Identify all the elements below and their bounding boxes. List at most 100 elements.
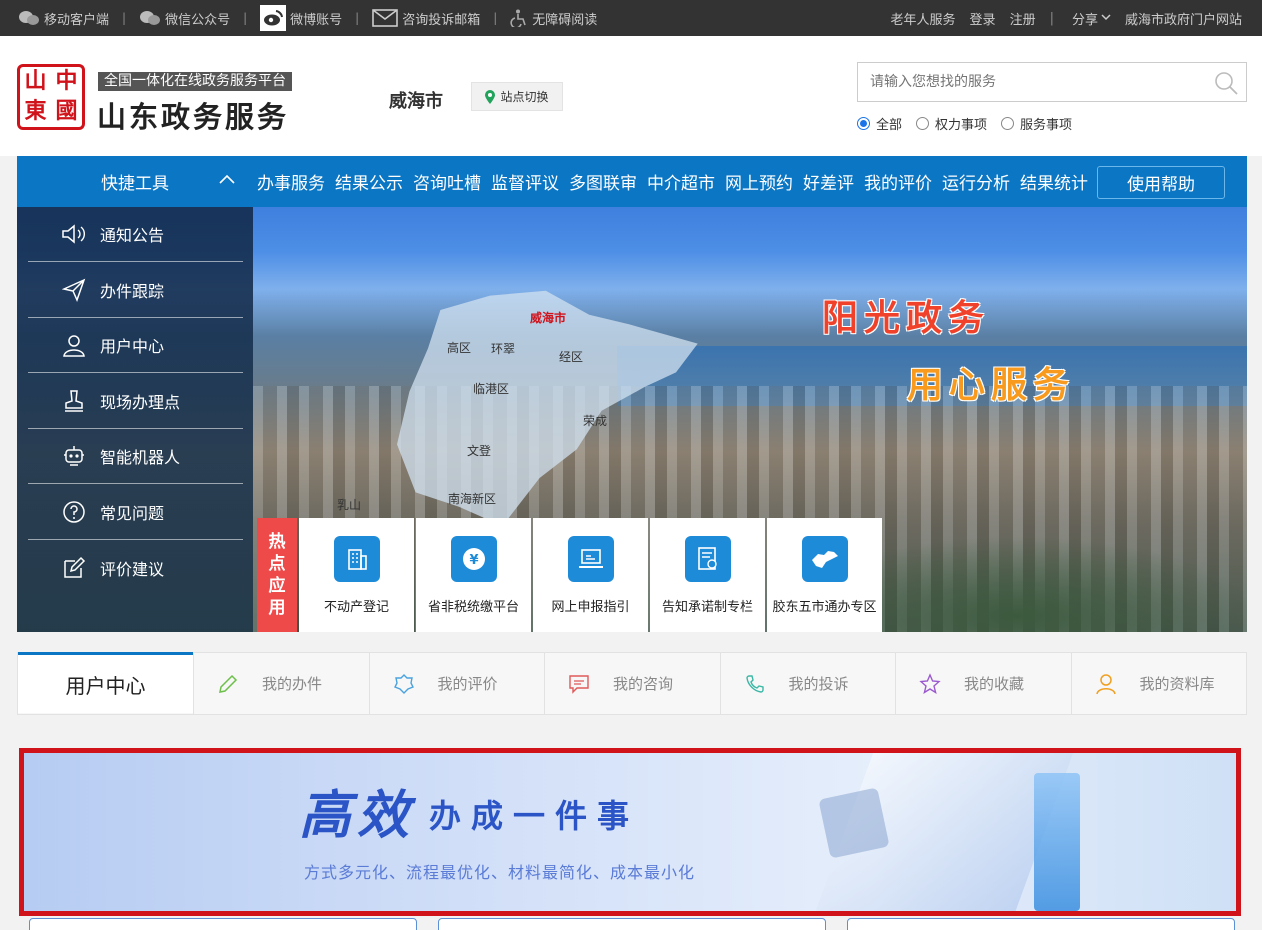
tab-my-cases[interactable]: 我的办件 [193,653,369,714]
tab-my-favorites[interactable]: 我的收藏 [895,653,1071,714]
tab-label: 我的评价 [437,675,498,693]
wechat-like-icon [18,10,40,26]
map-label: 环翠 [491,342,516,356]
hot-app-label: 不动产登记 [323,600,389,615]
hot-tag-char: 用 [268,598,286,619]
nav-item-supervision[interactable]: 监督评议 [486,169,564,194]
banner-headline: 高效 [299,786,416,846]
site-title[interactable]: 山东政务服务 [97,94,289,136]
content-card[interactable] [438,918,826,930]
hot-apps-list: 不动产登记 ¥ 省非税统缴平台 网上申报指引 告知承诺制专栏 胶东五市通办专区 [299,518,884,632]
accessibility-icon [510,9,528,27]
elderly-service-link[interactable]: 老年人服务 [891,9,956,28]
nav-item-my-rating[interactable]: 我的评价 [859,169,937,194]
seal-char: 東 [24,99,47,124]
wechat-account-label: 微信公众号 [165,12,231,28]
bottom-cards [29,918,1256,930]
help-button[interactable]: 使用帮助 [1097,166,1225,199]
search-input[interactable] [858,63,1198,101]
platform-tagline: 全国一体化在线政务服务平台 [98,72,292,91]
hero-section: 威海市 高区 环翠 经区 临港区 荣成 文登 乳山 南海新区 阳光政务 用心服务… [17,156,1247,632]
hot-app-tax-payment[interactable]: ¥ 省非税统缴平台 [416,518,531,632]
user-center-title[interactable]: 用户中心 [18,652,193,713]
complaint-mail-link[interactable]: 咨询投诉邮箱 [372,9,480,28]
map-label: 文登 [467,444,492,458]
wechat-account-link[interactable]: 微信公众号 [139,9,230,28]
star-icon [918,672,942,696]
hot-app-jiaodong[interactable]: 胶东五市通办专区 [767,518,882,632]
nav-item-consult[interactable]: 咨询吐槽 [408,169,486,194]
banner-subheadline: 办成一件事 [429,797,640,835]
efficient-service-banner[interactable]: 高效 办成一件事 方式多元化、流程最优化、材料最简化、成本最小化 [19,748,1241,916]
user-icon [61,332,87,358]
accessibility-link[interactable]: 无障碍阅读 [510,9,597,28]
scope-radio-service[interactable]: 服务事项 [1001,114,1072,133]
current-city: 威海市 [389,91,443,112]
nav-item-agency-market[interactable]: 中介超市 [642,169,720,194]
mobile-client-link[interactable]: 移动客户端 [18,9,109,28]
hot-app-label: 网上申报指引 [551,600,630,615]
weibo-account-label: 微博账号 [290,12,343,28]
scope-radio-all[interactable]: 全部 [857,114,902,133]
tab-my-ratings[interactable]: 我的评价 [368,653,545,714]
search-icon[interactable] [1214,71,1238,99]
share-label: 分享 [1071,12,1098,28]
hot-app-commitment[interactable]: 告知承诺制专栏 [650,518,765,632]
login-link[interactable]: 登录 [970,9,996,28]
sidebar-item-robot[interactable]: 智能机器人 [28,429,243,484]
register-link[interactable]: 注册 [1010,9,1036,28]
content-card[interactable] [847,918,1235,930]
hot-app-label: 胶东五市通办专区 [772,600,877,615]
seal-logo[interactable]: 山 中 東 國 [17,64,85,130]
tab-my-complaints[interactable]: 我的投诉 [719,653,896,714]
sidebar-item-user-center[interactable]: 用户中心 [28,318,243,373]
sidebar-item-label: 评价建议 [100,559,165,579]
sidebar-item-feedback[interactable]: 评价建议 [28,540,243,595]
top-bar-right: 老年人服务 登录 注册 | 分享 威海市政府门户网站 [890,9,1242,28]
nav-item-statistics[interactable]: 结果统计 [1015,169,1093,194]
site-switch-label: 站点切换 [500,90,549,104]
quick-tools-header[interactable]: 快捷工具 [17,156,253,207]
sidebar-item-label: 通知公告 [100,226,165,245]
sidebar-item-label: 智能机器人 [100,448,181,467]
sidebar-item-faq[interactable]: 常见问题 [28,485,243,540]
share-dropdown[interactable]: 分享 [1058,9,1111,28]
weibo-account-link[interactable]: 微博账号 [260,5,342,31]
sidebar-item-notices[interactable]: 通知公告 [28,207,243,262]
hot-app-declaration-guide[interactable]: 网上申报指引 [533,518,648,632]
nav-item-results[interactable]: 结果公示 [330,169,408,194]
site-switch-button[interactable]: 站点切换 [471,82,563,111]
nav-item-booking[interactable]: 网上预约 [720,169,798,194]
scope-radio-label: 服务事项 [1020,118,1073,133]
top-bar-left: 移动客户端 | 微信公众号 | 微博账号 | 咨询投诉邮箱 | 无障碍阅读 [18,0,597,36]
tab-my-library[interactable]: 我的资料库 [1070,653,1247,714]
laptop-icon [567,536,614,582]
map-label: 高区 [447,341,472,355]
accessibility-label: 无障碍阅读 [532,12,598,28]
nav-item-analysis[interactable]: 运行分析 [937,169,1015,194]
speaker-icon [61,221,87,247]
gov-portal-link[interactable]: 威海市政府门户网站 [1125,9,1242,28]
person-icon [1094,672,1118,696]
building-icon [333,536,380,582]
content-card[interactable] [29,918,417,930]
nav-item-rating[interactable]: 好差评 [798,169,859,194]
map-label: 荣成 [583,414,608,428]
banner-caption: 方式多元化、流程最优化、材料最简化、成本最小化 [304,863,696,882]
scope-radio-power[interactable]: 权力事项 [916,114,987,133]
main-nav: 办事服务 结果公示 咨询吐槽 监督评议 多图联审 中介超市 网上预约 好差评 我… [253,156,1247,207]
sidebar-item-tracking[interactable]: 办件跟踪 [28,263,243,318]
sidebar-item-service-points[interactable]: 现场办理点 [28,374,243,429]
tab-my-consults[interactable]: 我的咨询 [544,653,720,714]
nav-item-services[interactable]: 办事服务 [253,169,330,194]
mobile-client-label: 移动客户端 [44,12,110,28]
robot-icon [61,443,87,469]
hot-app-label: 省非税统缴平台 [427,600,519,615]
hot-app-real-estate[interactable]: 不动产登记 [299,518,414,632]
slogan-sunshine-gov: 阳光政务 [822,298,991,339]
sidebar-item-label: 用户中心 [100,337,165,356]
stamp-icon [61,388,87,414]
map-label: 乳山 [337,498,362,512]
map-label: 临港区 [473,382,510,396]
nav-item-multi-review[interactable]: 多图联审 [564,169,642,194]
